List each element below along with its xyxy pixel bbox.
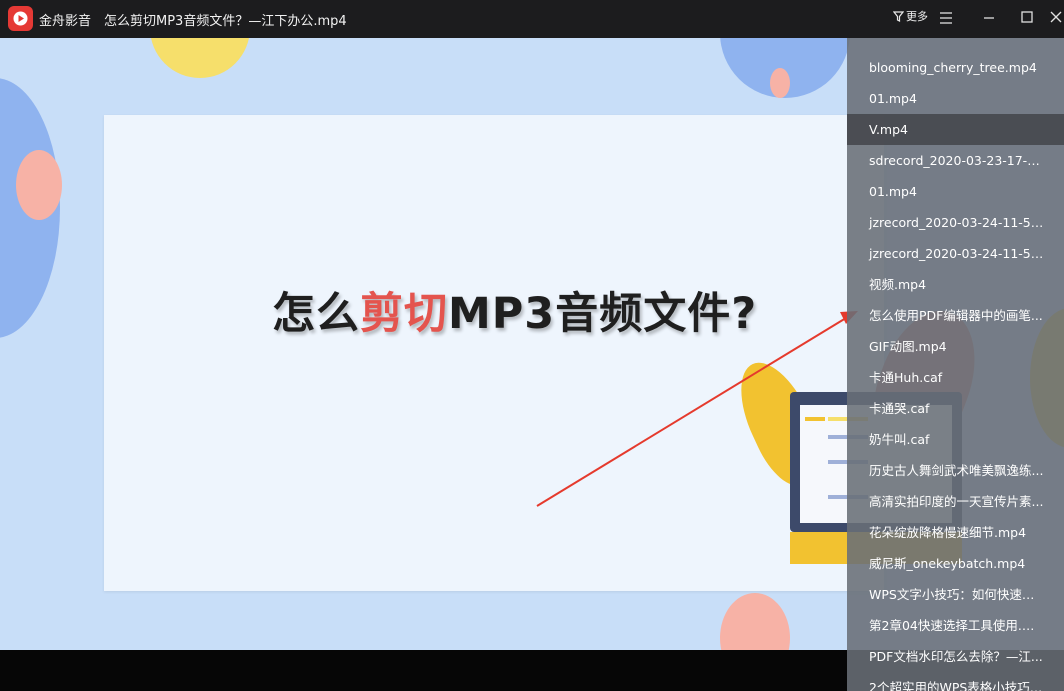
playlist-item[interactable]: 怎么使用PDF编辑器中的画笔... (847, 300, 1064, 331)
playlist-item[interactable]: 威尼斯_onekeybatch.mp4 (847, 548, 1064, 579)
playlist-item[interactable]: 奶牛叫.caf (847, 424, 1064, 455)
playlist-item[interactable]: jzrecord_2020-03-24-11-56-... (847, 207, 1064, 238)
playlist-item[interactable]: 第2章04快速选择工具使用.mp4 (847, 610, 1064, 641)
playlist-panel[interactable]: blooming_cherry_tree.mp401.mp4V.mp4sdrec… (847, 38, 1064, 691)
playlist-item[interactable]: 01.mp4 (847, 83, 1064, 114)
playlist-item[interactable]: 花朵绽放降格慢速细节.mp4 (847, 517, 1064, 548)
playlist-item[interactable]: GIF动图.mp4 (847, 331, 1064, 362)
playlist-item[interactable]: blooming_cherry_tree.mp4 (847, 52, 1064, 83)
playlist-item[interactable]: 2个超实用的WPS表格小技巧!... (847, 672, 1064, 691)
playlist-item[interactable]: 卡通Huh.caf (847, 362, 1064, 393)
playlist-item[interactable]: PDF文档水印怎么去除？—江... (847, 641, 1064, 672)
playlist-item[interactable]: 视频.mp4 (847, 269, 1064, 300)
playlist-item[interactable]: 历史古人舞剑武术唯美飘逸练... (847, 455, 1064, 486)
playlist-item[interactable]: 卡通哭.caf (847, 393, 1064, 424)
playlist-item[interactable]: 01.mp4 (847, 176, 1064, 207)
playlist-item[interactable]: V.mp4 (847, 114, 1064, 145)
playlist-item[interactable]: WPS文字小技巧：如何快速取... (847, 579, 1064, 610)
playlist-item[interactable]: 高清实拍印度的一天宣传片素... (847, 486, 1064, 517)
playlist-item[interactable]: jzrecord_2020-03-24-11-58-... (847, 238, 1064, 269)
playlist-item[interactable]: sdrecord_2020-03-23-17-16... (847, 145, 1064, 176)
